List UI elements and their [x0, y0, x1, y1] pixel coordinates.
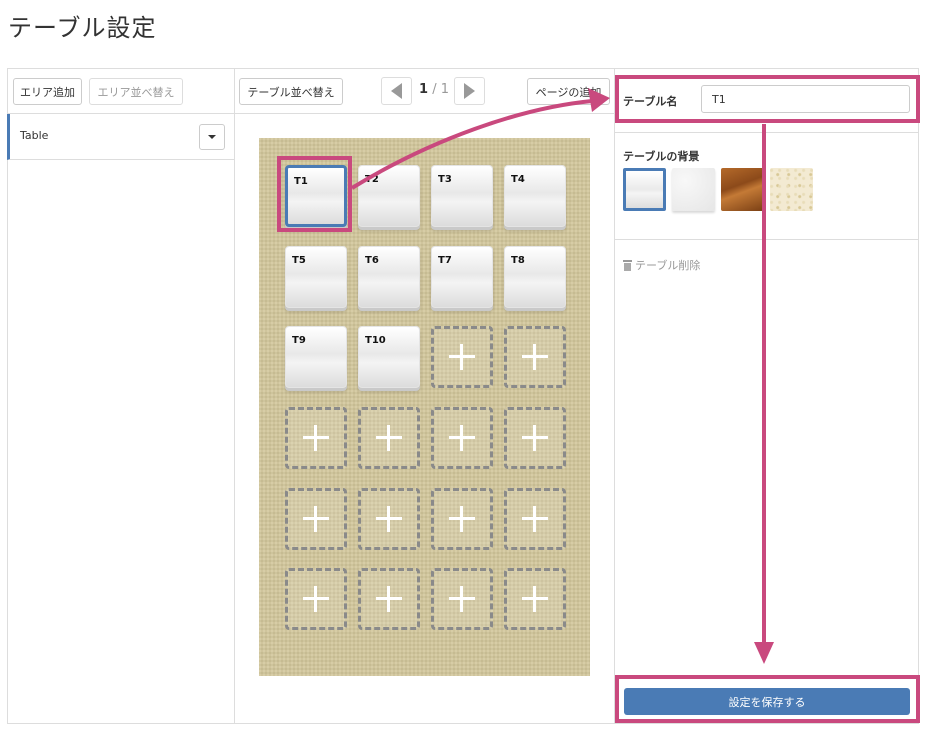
add-table-slot[interactable] [431, 568, 493, 630]
floor-panel: テーブル並べ替え 1 / 1 ページの追加 T1 T2 T3 T4 T5 T6 T7 T8 T9… [234, 68, 615, 724]
plus-icon [449, 586, 475, 612]
background-swatch-white-gloss[interactable] [623, 168, 666, 211]
delete-table-label: テーブル削除 [635, 259, 701, 272]
page-title: テーブル設定 [8, 14, 157, 42]
table-properties-panel: テーブル名 テーブルの背景 テーブル削除 設定を保存する [614, 68, 919, 724]
floor-toolbar: テーブル並べ替え 1 / 1 ページの追加 [235, 69, 615, 114]
table-background-section: テーブルの背景 [615, 133, 918, 240]
next-page-button[interactable] [454, 77, 485, 105]
arrow-right-icon [464, 83, 475, 99]
table-tile-label: T5 [292, 255, 306, 266]
add-table-slot[interactable] [285, 568, 347, 630]
table-tile[interactable]: T10 [358, 326, 420, 388]
table-tile-label: T1 [294, 176, 308, 187]
table-tile-label: T10 [365, 335, 386, 346]
table-tile-label: T9 [292, 335, 306, 346]
area-item[interactable]: Table [7, 114, 235, 160]
add-table-slot[interactable] [431, 326, 493, 388]
plus-icon [303, 425, 329, 451]
table-tile[interactable]: T2 [358, 165, 420, 227]
add-table-slot[interactable] [504, 326, 566, 388]
plus-icon [376, 506, 402, 532]
add-table-slot[interactable] [285, 407, 347, 469]
background-swatch-wood[interactable] [721, 168, 764, 211]
plus-icon [303, 586, 329, 612]
add-page-button[interactable]: ページの追加 [527, 78, 610, 105]
plus-icon [522, 344, 548, 370]
table-tile[interactable]: T7 [431, 246, 493, 308]
add-table-slot[interactable] [358, 488, 420, 550]
table-floor-grid: T1 T2 T3 T4 T5 T6 T7 T8 T9 T10 [259, 138, 590, 676]
table-tile-label: T8 [511, 255, 525, 266]
table-tile-label: T2 [365, 174, 379, 185]
table-tile[interactable]: T6 [358, 246, 420, 308]
plus-icon [449, 506, 475, 532]
sort-area-button[interactable]: エリア並べ替え [89, 78, 183, 105]
table-tile[interactable]: T1 [285, 165, 347, 227]
sort-tables-button[interactable]: テーブル並べ替え [239, 78, 343, 105]
table-name-row: テーブル名 [615, 69, 918, 133]
plus-icon [522, 586, 548, 612]
area-item-label: Table [20, 129, 49, 142]
caret-down-icon [208, 135, 216, 139]
add-table-slot[interactable] [504, 488, 566, 550]
prev-page-button[interactable] [381, 77, 412, 105]
area-panel: エリア追加 エリア並べ替え Table [7, 68, 235, 724]
background-swatch-white-stone[interactable] [672, 168, 715, 211]
plus-icon [376, 425, 402, 451]
plus-icon [376, 586, 402, 612]
add-table-slot[interactable] [285, 488, 347, 550]
page-current: 1 [419, 82, 429, 97]
table-background-label: テーブルの背景 [623, 150, 700, 163]
background-swatch-cream-speckle[interactable] [770, 168, 813, 211]
arrow-left-icon [391, 83, 402, 99]
table-tile[interactable]: T8 [504, 246, 566, 308]
table-settings-page: テーブル設定 エリア追加 エリア並べ替え Table テーブル並べ替え 1 / … [0, 0, 927, 733]
table-tile[interactable]: T3 [431, 165, 493, 227]
table-tile-label: T3 [438, 174, 452, 185]
table-name-input[interactable] [701, 85, 910, 113]
trash-icon [623, 259, 632, 271]
plus-icon [522, 425, 548, 451]
page-indicator: 1 / 1 [419, 82, 449, 97]
area-toolbar: エリア追加 エリア並べ替え [8, 69, 235, 114]
page-separator: / [432, 82, 437, 97]
add-area-button[interactable]: エリア追加 [13, 78, 82, 105]
save-settings-button[interactable]: 設定を保存する [624, 688, 910, 715]
table-tile[interactable]: T5 [285, 246, 347, 308]
delete-table-link[interactable]: テーブル削除 [623, 257, 700, 273]
delete-row: テーブル削除 [615, 240, 918, 280]
page-total: 1 [440, 82, 449, 97]
table-tile[interactable]: T4 [504, 165, 566, 227]
add-table-slot[interactable] [358, 568, 420, 630]
table-tile-label: T4 [511, 174, 525, 185]
table-tile-label: T7 [438, 255, 452, 266]
add-table-slot[interactable] [358, 407, 420, 469]
plus-icon [303, 506, 329, 532]
plus-icon [449, 344, 475, 370]
add-table-slot[interactable] [504, 407, 566, 469]
add-table-slot[interactable] [431, 407, 493, 469]
add-table-slot[interactable] [431, 488, 493, 550]
table-tile[interactable]: T9 [285, 326, 347, 388]
area-dropdown-button[interactable] [199, 124, 225, 150]
table-tile-label: T6 [365, 255, 379, 266]
plus-icon [522, 506, 548, 532]
table-name-label: テーブル名 [623, 95, 678, 108]
add-table-slot[interactable] [504, 568, 566, 630]
plus-icon [449, 425, 475, 451]
